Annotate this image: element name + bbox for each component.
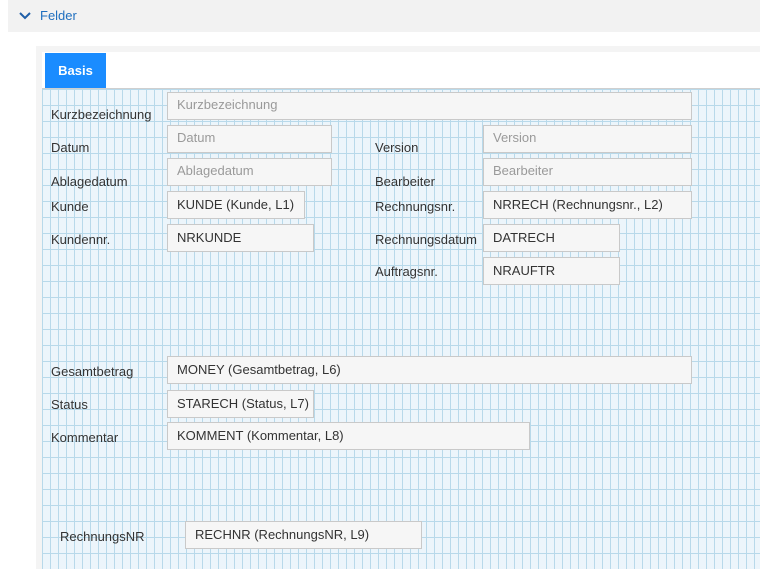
label-kommentar: Kommentar <box>51 430 119 445</box>
label-datum: Datum <box>51 140 90 155</box>
auftragsnr-field[interactable]: NRAUFTR <box>483 257 620 285</box>
tab-basis[interactable]: Basis <box>45 53 106 88</box>
label-status: Status <box>51 397 88 412</box>
datum-field[interactable]: Datum <box>167 125 332 153</box>
version-field[interactable]: Version <box>483 125 692 153</box>
label-kurzbezeichnung: Kurzbezeichnung <box>51 107 152 122</box>
label-rechnungsnr: Rechnungsnr. <box>375 199 456 214</box>
rechnungsnr-field[interactable]: NRRECH (Rechnungsnr., L2) <box>483 191 692 219</box>
status-field[interactable]: STARECH (Status, L7) <box>167 390 314 418</box>
kommentar-field[interactable]: KOMMENT (Kommentar, L8) <box>167 422 530 450</box>
rechnungsdatum-field[interactable]: DATRECH <box>483 224 620 252</box>
label-kundennr: Kundennr. <box>51 232 111 247</box>
rechnungsnr-detail-field[interactable]: RECHNR (RechnungsNR, L9) <box>185 521 422 549</box>
kundennr-field[interactable]: NRKUNDE <box>167 224 314 252</box>
tab-bar <box>42 52 760 89</box>
label-ablagedatum: Ablagedatum <box>51 174 128 189</box>
label-version: Version <box>375 140 419 155</box>
chevron-down-icon[interactable] <box>19 11 31 21</box>
label-auftragsnr: Auftragsnr. <box>375 264 438 279</box>
gesamtbetrag-field[interactable]: MONEY (Gesamtbetrag, L6) <box>167 356 692 384</box>
label-rechnungsdatum: Rechnungsdatum <box>375 232 477 247</box>
label-kunde: Kunde <box>51 199 89 214</box>
bearbeiter-field[interactable]: Bearbeiter <box>483 158 692 186</box>
label-gesamtbetrag: Gesamtbetrag <box>51 364 134 379</box>
label-bearbeiter: Bearbeiter <box>375 174 435 189</box>
label-rechnungsnr-field: RechnungsNR <box>60 529 145 544</box>
kunde-field[interactable]: KUNDE (Kunde, L1) <box>167 191 305 219</box>
section-title[interactable]: Felder <box>40 8 77 23</box>
kurzbezeichnung-field[interactable]: Kurzbezeichnung <box>167 92 692 120</box>
ablagedatum-field[interactable]: Ablagedatum <box>167 158 332 186</box>
section-header[interactable]: Felder <box>8 0 760 32</box>
